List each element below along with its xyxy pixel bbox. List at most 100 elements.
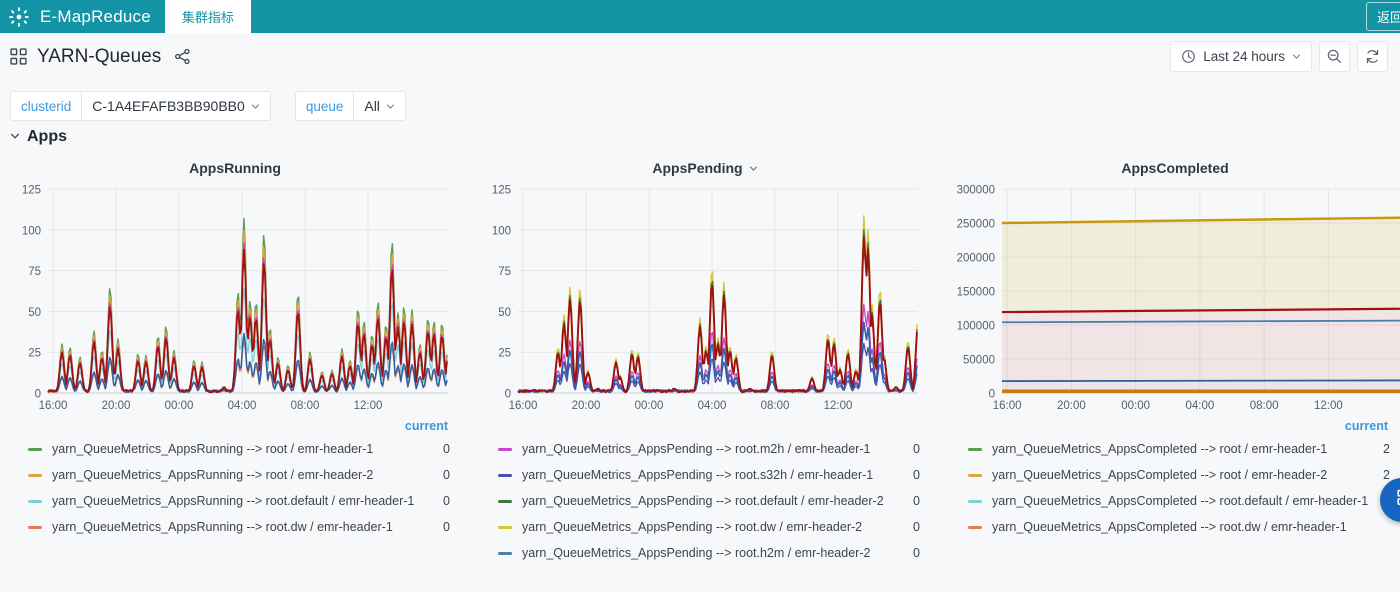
legend-series-name: yarn_QueueMetrics_AppsCompleted --> root… bbox=[992, 520, 1347, 534]
time-range-picker[interactable]: Last 24 hours bbox=[1170, 41, 1312, 72]
tab-cluster-metrics[interactable]: 集群指标 bbox=[164, 0, 251, 33]
legend-item[interactable]: yarn_QueueMetrics_AppsPending --> root.h… bbox=[498, 540, 920, 566]
legend-current-value: 0 bbox=[443, 494, 450, 508]
legend-item[interactable]: yarn_QueueMetrics_AppsPending --> root.d… bbox=[498, 514, 920, 540]
x-axis-tick-label: 16:00 bbox=[39, 400, 68, 412]
brand[interactable]: E-MapReduce bbox=[0, 0, 165, 33]
x-axis-tick-label: 08:00 bbox=[291, 400, 320, 412]
legend-item[interactable]: yarn_QueueMetrics_AppsRunning --> root /… bbox=[28, 462, 450, 488]
panel-apps-pending: AppsPending 0 25 50 75 100 125 16:00 20:00 00:00… bbox=[470, 152, 940, 566]
panel-title-group[interactable]: AppsRunning bbox=[0, 152, 470, 179]
y-axis-tick-label: 125 bbox=[492, 185, 511, 197]
plot-apps-pending[interactable]: 0 25 50 75 100 125 16:00 20:00 00:00 04:00 08:00 12… bbox=[470, 179, 940, 419]
y-axis-tick-label: 25 bbox=[28, 348, 41, 360]
y-axis-tick-label: 300000 bbox=[957, 185, 995, 197]
legend-series-name: yarn_QueueMetrics_AppsPending --> root.s… bbox=[522, 468, 874, 482]
legend-item[interactable]: yarn_QueueMetrics_AppsPending --> root.s… bbox=[498, 462, 920, 488]
legend-item[interactable]: yarn_QueueMetrics_AppsCompleted --> root… bbox=[968, 488, 1390, 514]
top-app-bar: E-MapReduce 集群指标 返回 bbox=[0, 0, 1400, 33]
y-axis-tick-label: 200000 bbox=[957, 253, 995, 265]
legend-current-value: 0 bbox=[443, 468, 450, 482]
return-button[interactable]: 返回 bbox=[1365, 2, 1400, 31]
row-header-apps[interactable]: Apps bbox=[0, 126, 1400, 152]
legend-color-swatch bbox=[28, 499, 42, 503]
legend-item[interactable]: yarn_QueueMetrics_AppsCompleted --> root… bbox=[968, 514, 1390, 540]
legend-item[interactable]: yarn_QueueMetrics_AppsRunning --> root /… bbox=[28, 436, 450, 462]
legend-color-swatch bbox=[28, 525, 42, 529]
legend-column-spacer bbox=[498, 419, 920, 436]
legend-series-name: yarn_QueueMetrics_AppsRunning --> root /… bbox=[52, 442, 374, 456]
panel-row: AppsRunning 0 25 50 75 100 125 16:00 20:00 00:00… bbox=[0, 152, 1400, 570]
legend-item[interactable]: yarn_QueueMetrics_AppsCompleted --> root… bbox=[968, 436, 1390, 462]
chart-svg-apps-completed: 0 50000 100000 150000 200000 250000 300000 16:0… bbox=[957, 185, 1400, 412]
refresh-icon bbox=[1364, 48, 1381, 65]
refresh-button[interactable] bbox=[1357, 41, 1388, 72]
chart-svg-apps-running: 0 25 50 75 100 125 16:00 20:00 00:00 04:00 08:00 12… bbox=[22, 185, 448, 412]
legend-color-swatch bbox=[968, 499, 982, 503]
legend-current-value: 2 bbox=[1383, 468, 1390, 482]
y-axis-tick-label: 25 bbox=[498, 348, 511, 360]
plot-apps-completed[interactable]: 0 50000 100000 150000 200000 250000 300000 16:0… bbox=[940, 179, 1400, 419]
y-axis-tick-label: 50 bbox=[28, 307, 41, 319]
legend-color-swatch bbox=[968, 473, 982, 477]
legend-column-current[interactable]: current bbox=[968, 419, 1390, 436]
legend-current-value: 0 bbox=[443, 520, 450, 534]
x-axis-tick-label: 04:00 bbox=[698, 400, 727, 412]
chevron-down-icon[interactable] bbox=[749, 160, 758, 176]
legend-series-name: yarn_QueueMetrics_AppsCompleted --> root… bbox=[992, 494, 1369, 508]
share-icon[interactable] bbox=[171, 48, 191, 65]
page-title: YARN-Queues bbox=[37, 45, 162, 67]
clock-icon bbox=[1181, 49, 1196, 64]
variable-queue-label: queue bbox=[294, 91, 354, 121]
legend-color-swatch bbox=[498, 525, 512, 529]
legend-color-swatch bbox=[28, 447, 42, 451]
variable-queue-value: All bbox=[364, 98, 380, 114]
legend-item[interactable]: yarn_QueueMetrics_AppsCompleted --> root… bbox=[968, 462, 1390, 488]
panel-title-group[interactable]: AppsPending bbox=[470, 152, 940, 179]
x-axis-tick-label: 16:00 bbox=[509, 400, 538, 412]
variable-clusterid-select[interactable]: C-1A4EFAFB3BB90BB0 bbox=[81, 91, 271, 121]
legend-item[interactable]: yarn_QueueMetrics_AppsRunning --> root.d… bbox=[28, 514, 450, 540]
x-axis-tick-label: 08:00 bbox=[761, 400, 790, 412]
legend-item[interactable]: yarn_QueueMetrics_AppsPending --> root.m… bbox=[498, 436, 920, 462]
legend-color-swatch bbox=[968, 525, 982, 529]
panels-grid-icon bbox=[1392, 488, 1400, 513]
dashboard-title-group: YARN-Queues bbox=[10, 46, 191, 68]
x-axis-tick-label: 12:00 bbox=[1314, 400, 1343, 412]
dashboard-actions: Last 24 hours bbox=[1170, 41, 1388, 72]
panel-title: AppsPending bbox=[652, 160, 743, 176]
dashboard-grid-icon bbox=[10, 48, 27, 65]
plot-apps-running[interactable]: 0 25 50 75 100 125 16:00 20:00 00:00 04:00 08:00 12… bbox=[0, 179, 470, 419]
legend-color-swatch bbox=[498, 473, 512, 477]
x-axis-tick-label: 20:00 bbox=[1057, 400, 1086, 412]
x-axis-tick-label: 16:00 bbox=[993, 400, 1022, 412]
legend-rows: yarn_QueueMetrics_AppsRunning --> root /… bbox=[28, 436, 450, 540]
legend-series-name: yarn_QueueMetrics_AppsCompleted --> root… bbox=[992, 442, 1328, 456]
panel-apps-completed: AppsCompleted 0 50000 100000 150000 200000 25… bbox=[940, 152, 1400, 540]
legend-rows: yarn_QueueMetrics_AppsPending --> root.m… bbox=[498, 436, 920, 566]
y-axis-tick-label: 75 bbox=[498, 266, 511, 278]
x-axis-tick-label: 20:00 bbox=[102, 400, 131, 412]
legend-column-current[interactable]: current bbox=[28, 419, 450, 436]
y-axis-tick-label: 50000 bbox=[963, 355, 995, 367]
y-axis-tick-label: 150000 bbox=[957, 287, 995, 299]
y-axis-tick-label: 0 bbox=[989, 389, 995, 401]
zoom-out-button[interactable] bbox=[1319, 41, 1350, 72]
legend-current-value: 2 bbox=[1383, 442, 1390, 456]
legend-apps-completed: current yarn_QueueMetrics_AppsCompleted … bbox=[940, 419, 1400, 540]
y-axis-tick-label: 125 bbox=[22, 185, 41, 197]
x-axis-tick-label: 04:00 bbox=[228, 400, 257, 412]
x-axis-tick-label: 12:00 bbox=[824, 400, 853, 412]
legend-series-name: yarn_QueueMetrics_AppsRunning --> root.d… bbox=[52, 520, 393, 534]
panel-title-group[interactable]: AppsCompleted bbox=[940, 152, 1400, 179]
chevron-down-icon bbox=[1292, 52, 1301, 61]
time-range-label: Last 24 hours bbox=[1203, 49, 1285, 64]
legend-current-value: 0 bbox=[913, 546, 920, 560]
legend-item[interactable]: yarn_QueueMetrics_AppsRunning --> root.d… bbox=[28, 488, 450, 514]
legend-item[interactable]: yarn_QueueMetrics_AppsPending --> root.d… bbox=[498, 488, 920, 514]
y-axis-tick-label: 100 bbox=[22, 225, 41, 237]
y-axis-tick-label: 75 bbox=[28, 266, 41, 278]
chart-area-fill bbox=[1002, 217, 1400, 313]
template-variables-bar: clusterid C-1A4EFAFB3BB90BB0 queue All bbox=[0, 80, 1400, 126]
variable-queue-select[interactable]: All bbox=[353, 91, 406, 121]
